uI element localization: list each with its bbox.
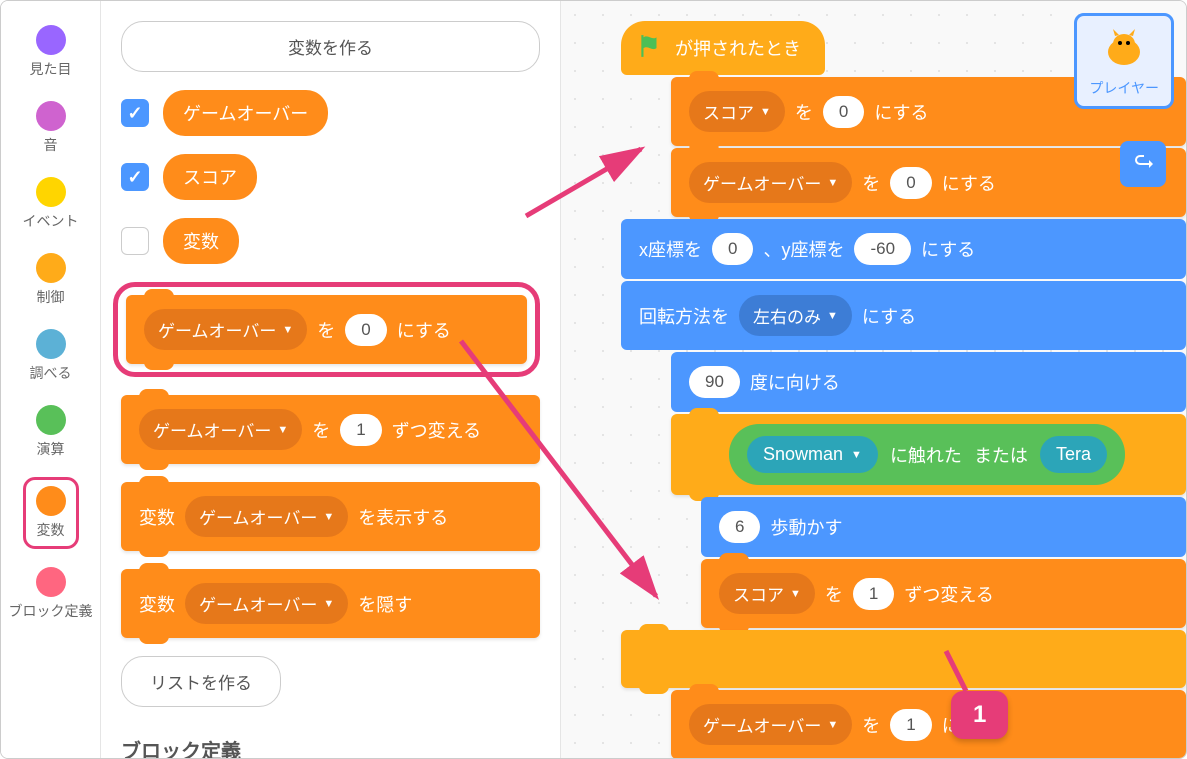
chevron-down-icon: ▼ [827,719,838,731]
variable-row-gameover: ✓ ゲームオーバー [121,90,540,136]
chevron-down-icon: ▼ [323,598,334,610]
check-icon: ✓ [127,167,142,188]
block-point-direction[interactable]: 90 度に向ける [671,352,1186,412]
category-variables[interactable]: 変数 [23,477,79,549]
category-myblocks[interactable]: ブロック定義 [5,563,97,625]
checkbox-hensuu[interactable] [121,227,149,255]
variable-row-hensuu: 変数 [121,218,540,264]
make-list-button[interactable]: リストを作る [121,656,281,707]
steps-input[interactable]: 6 [719,511,760,543]
block-set-gameover[interactable]: ゲームオーバー▼ を 0 にする [671,148,1186,217]
variable-pill[interactable]: ゲームオーバー [163,90,328,136]
checkbox-gameover[interactable]: ✓ [121,99,149,127]
category-events[interactable]: イベント [19,173,83,235]
chevron-down-icon: ▼ [790,588,801,600]
section-title-myblocks: ブロック定義 [121,735,540,759]
value-input[interactable]: 1 [890,709,931,741]
chevron-down-icon: ▼ [851,449,862,461]
script-stack: が押されたとき スコア▼ を 0 にする ゲームオーバー▼ を 0 にする x座… [621,21,1186,759]
block-set-variable[interactable]: ゲームオーバー▼ を 0 にする [126,295,527,364]
variable-dropdown[interactable]: スコア▼ [719,573,815,614]
rotation-dropdown[interactable]: 左右のみ▼ [739,295,852,336]
value-input[interactable]: 0 [345,314,386,346]
value-input[interactable]: 0 [890,167,931,199]
variable-dropdown[interactable]: ゲームオーバー▼ [144,309,307,350]
callout-badge-1: 1 [951,691,1008,739]
degrees-input[interactable]: 90 [689,366,740,398]
block-goto-xy[interactable]: x座標を 0 、y座標を -60 にする [621,219,1186,279]
category-control[interactable]: 制御 [32,249,70,311]
chevron-down-icon: ▼ [277,424,288,436]
chevron-down-icon: ▼ [282,324,293,336]
sprite-thumbnail[interactable]: プレイヤー [1074,13,1174,109]
redo-button[interactable] [1120,141,1166,187]
variable-dropdown[interactable]: ゲームオーバー▼ [139,409,302,450]
chevron-down-icon: ▼ [760,106,771,118]
variable-row-score: ✓ スコア [121,154,540,200]
category-sensing[interactable]: 調べる [26,325,76,387]
checkbox-score[interactable]: ✓ [121,163,149,191]
x-input[interactable]: 0 [712,233,753,265]
category-operators[interactable]: 演算 [32,401,70,463]
variable-pill[interactable]: 変数 [163,218,239,264]
block-show-variable[interactable]: 変数 ゲームオーバー▼ を表示する [121,482,540,551]
block-set-gameover-1[interactable]: ゲームオーバー▼ を 1 にする [671,690,1186,759]
green-flag-icon [637,33,663,59]
chevron-down-icon: ▼ [827,177,838,189]
script-area[interactable]: が押されたとき スコア▼ を 0 にする ゲームオーバー▼ を 0 にする x座… [561,1,1186,758]
check-icon: ✓ [127,103,142,124]
value-input[interactable]: 0 [823,96,864,128]
sprite-name: プレイヤー [1089,78,1159,98]
category-looks[interactable]: 見た目 [26,21,76,83]
category-sidebar: 見た目 音 イベント 制御 調べる 演算 変数 ブロック定義 [1,1,101,758]
touching-tera[interactable]: Tera [1040,436,1107,473]
block-palette: 変数を作る ✓ ゲームオーバー ✓ スコア 変数 ゲームオーバー▼ を 0 にす… [101,1,561,758]
variable-dropdown[interactable]: スコア▼ [689,91,785,132]
block-when-flag-clicked[interactable]: が押されたとき [621,21,825,75]
block-change-score[interactable]: スコア▼ を 1 ずつ変える [701,559,1186,628]
block-rotation-style[interactable]: 回転方法を 左右のみ▼ にする [621,281,1186,350]
block-hide-variable[interactable]: 変数 ゲームオーバー▼ を隠す [121,569,540,638]
block-move-steps[interactable]: 6 歩動かす [701,497,1186,557]
cat-sprite-icon [1099,24,1149,74]
value-input[interactable]: 1 [853,578,894,610]
touching-snowman[interactable]: Snowman▼ [747,436,878,473]
block-control-wrapper[interactable]: Snowman▼ に触れた または Tera [671,414,1186,495]
block-control-spacer[interactable] [621,630,1186,688]
highlighted-block-container: ゲームオーバー▼ を 0 にする [113,282,540,377]
y-input[interactable]: -60 [854,233,911,265]
variable-dropdown[interactable]: ゲームオーバー▼ [689,162,852,203]
operator-or[interactable]: Snowman▼ に触れた または Tera [729,424,1125,485]
make-variable-button[interactable]: 変数を作る [121,21,540,72]
category-sound[interactable]: 音 [32,97,70,159]
variable-dropdown[interactable]: ゲームオーバー▼ [689,704,852,745]
chevron-down-icon: ▼ [827,310,838,322]
variable-dropdown[interactable]: ゲームオーバー▼ [185,496,348,537]
redo-icon [1131,152,1155,176]
variable-dropdown[interactable]: ゲームオーバー▼ [185,583,348,624]
chevron-down-icon: ▼ [323,511,334,523]
value-input[interactable]: 1 [340,414,381,446]
block-change-variable[interactable]: ゲームオーバー▼ を 1 ずつ変える [121,395,540,464]
variable-pill[interactable]: スコア [163,154,257,200]
